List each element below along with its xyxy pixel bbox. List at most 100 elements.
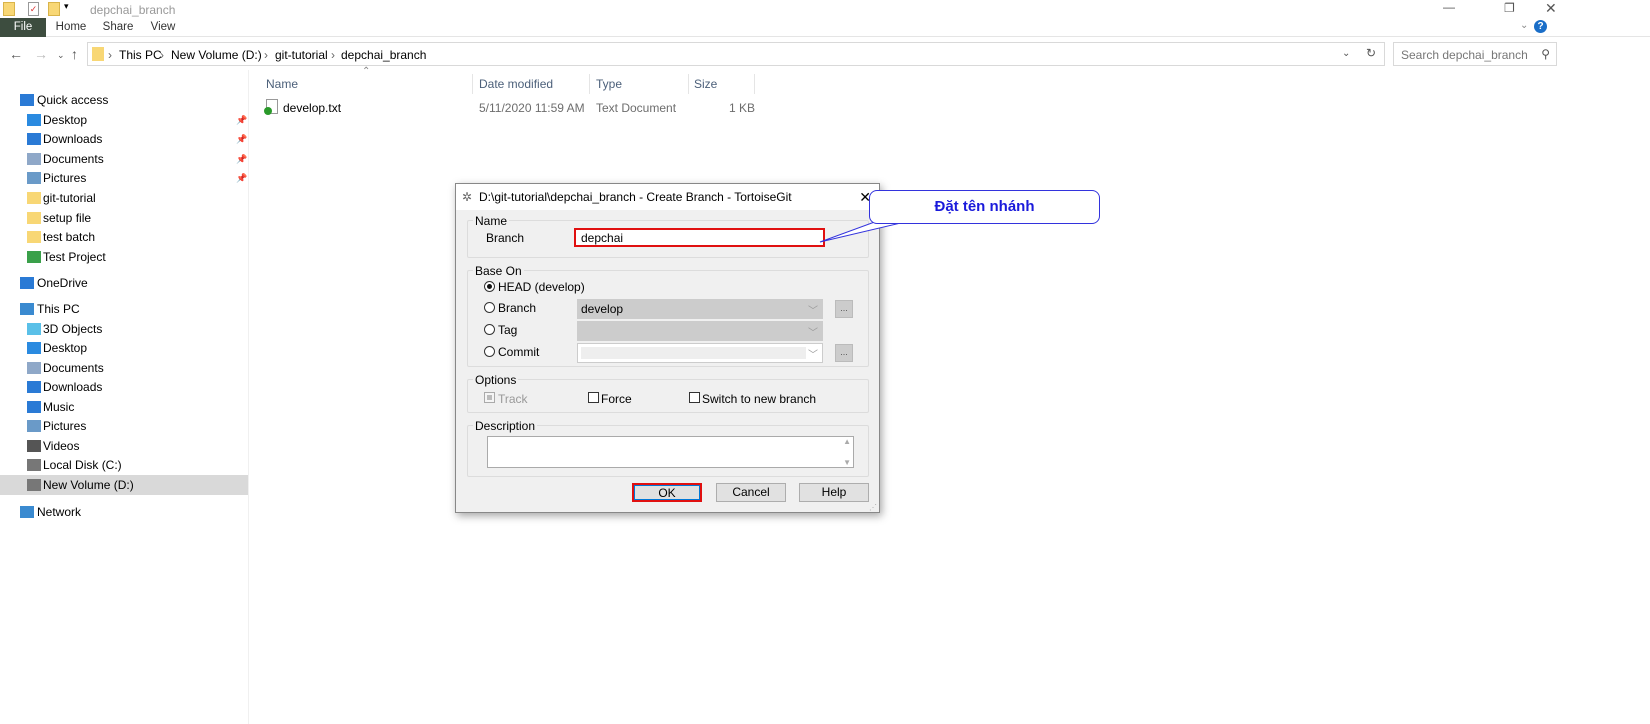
sidebar-item-label: This PC — [37, 302, 80, 316]
sidebar-item[interactable]: 3D Objects — [0, 319, 248, 339]
callout-text: Đặt tên nhánh — [934, 198, 1035, 215]
sidebar-item[interactable]: Desktop — [0, 338, 248, 358]
tag-combo[interactable]: ﹀ — [577, 321, 823, 341]
pin-icon[interactable]: 📌 — [236, 129, 247, 149]
sidebar-item[interactable]: OneDrive — [0, 273, 248, 293]
help-icon[interactable]: ? — [1534, 20, 1547, 33]
sidebar-item[interactable]: git-tutorial — [0, 188, 248, 208]
breadcrumb-this-pc[interactable]: This PC — [119, 48, 162, 62]
branch-radio[interactable] — [484, 302, 495, 313]
refresh-icon[interactable]: ↻ — [1366, 46, 1376, 60]
sidebar-item-label: New Volume (D:) — [43, 478, 134, 492]
tag-radio[interactable] — [484, 324, 495, 335]
switch-branch-checkbox[interactable] — [689, 392, 700, 403]
column-name[interactable]: Name — [266, 77, 298, 91]
address-bar[interactable]: › This PC › New Volume (D:) › git-tutori… — [87, 42, 1385, 66]
sidebar-item[interactable]: Pictures 📌 — [0, 168, 248, 188]
tab-view[interactable]: View — [146, 18, 180, 37]
branch-browse-button[interactable]: ... — [835, 300, 853, 318]
breadcrumb-git-tutorial[interactable]: git-tutorial — [275, 48, 328, 62]
cancel-button[interactable]: Cancel — [716, 483, 786, 502]
sidebar-item[interactable]: Documents 📌 — [0, 149, 248, 169]
back-button[interactable]: ← — [9, 46, 23, 62]
column-size[interactable]: Size — [694, 77, 717, 91]
properties-icon[interactable]: ✓ — [28, 2, 39, 16]
tab-share[interactable]: Share — [100, 18, 136, 37]
pictures-icon — [27, 172, 41, 184]
customize-toolbar-icon[interactable]: ▾ — [64, 1, 69, 12]
track-checkbox[interactable] — [484, 392, 495, 403]
close-button[interactable]: ✕ — [1545, 0, 1557, 17]
commit-combo[interactable]: ﹀ — [577, 343, 823, 363]
description-label: Description — [473, 419, 538, 433]
sidebar-item[interactable]: Documents — [0, 358, 248, 378]
sidebar-item[interactable]: Pictures — [0, 416, 248, 436]
sidebar-item[interactable]: Test Project — [0, 247, 248, 267]
branch-name-value: depchai — [581, 231, 624, 245]
sidebar-item[interactable]: Videos — [0, 436, 248, 456]
column-type[interactable]: Type — [596, 77, 622, 91]
scroll-down-icon[interactable]: ▼ — [843, 458, 851, 467]
file-date: 5/11/2020 11:59 AM — [479, 101, 585, 115]
pin-icon[interactable]: 📌 — [236, 149, 247, 169]
sidebar-item-label: 3D Objects — [43, 322, 103, 336]
chevron-down-icon: ﹀ — [808, 306, 818, 317]
minimize-button[interactable]: — — [1443, 0, 1455, 14]
sidebar-item-label: Quick access — [37, 93, 109, 107]
sidebar-item-label: setup file — [43, 211, 92, 225]
head-radio[interactable] — [484, 281, 495, 292]
sidebar-item[interactable]: Network — [0, 502, 248, 522]
help-button[interactable]: Help — [799, 483, 869, 502]
maximize-button[interactable]: ❐ — [1504, 1, 1515, 15]
sidebar-item[interactable]: Desktop 📌 — [0, 110, 248, 130]
sidebar-item[interactable]: setup file — [0, 208, 248, 228]
sidebar-item[interactable]: Music — [0, 397, 248, 417]
base-on-label: Base On — [473, 264, 524, 278]
search-placeholder: Search depchai_branch — [1401, 48, 1528, 62]
resize-grip-icon[interactable]: ⋰ — [869, 503, 877, 512]
commit-radio[interactable] — [484, 346, 495, 357]
sidebar-item[interactable]: Local Disk (C:) — [0, 455, 248, 475]
pictures-icon — [27, 420, 41, 432]
search-input[interactable]: Search depchai_branch ⚲ — [1393, 42, 1557, 66]
up-button[interactable]: ↑ — [71, 46, 78, 62]
sidebar-item[interactable]: This PC — [0, 299, 248, 319]
address-dropdown-icon[interactable]: ⌄ — [1342, 48, 1350, 59]
recent-locations-button[interactable]: ⌄ — [57, 50, 65, 61]
sidebar-item-label: test batch — [43, 230, 96, 244]
scroll-up-icon[interactable]: ▲ — [843, 437, 851, 446]
commit-browse-button[interactable]: ... — [835, 344, 853, 362]
sidebar-item-label: Pictures — [43, 171, 87, 185]
pane-divider[interactable] — [248, 70, 249, 724]
branch-name-label: Branch — [486, 231, 525, 245]
tortoisegit-icon: ✲ — [462, 190, 473, 204]
breadcrumb-depchai-branch[interactable]: depchai_branch — [341, 48, 426, 62]
pin-icon[interactable]: 📌 — [236, 110, 247, 130]
tab-home[interactable]: Home — [52, 18, 90, 37]
folder-icon — [92, 47, 104, 61]
ok-button[interactable]: OK — [632, 483, 702, 502]
sidebar-item[interactable]: Quick access — [0, 90, 248, 110]
git-folder-icon — [27, 251, 41, 263]
column-date-modified[interactable]: Date modified — [479, 77, 553, 91]
breadcrumb-new-volume[interactable]: New Volume (D:) — [171, 48, 262, 62]
expand-ribbon-icon[interactable]: ⌄ — [1520, 20, 1528, 31]
sidebar-item[interactable]: New Volume (D:) — [0, 475, 248, 495]
sidebar-item[interactable]: Downloads 📌 — [0, 129, 248, 149]
description-textarea[interactable]: ▲ ▼ — [487, 436, 854, 468]
sidebar-item[interactable]: Downloads — [0, 377, 248, 397]
forward-button[interactable]: → — [34, 46, 48, 62]
tag-radio-label: Tag — [498, 323, 518, 337]
new-folder-icon[interactable] — [48, 2, 60, 16]
folder-icon — [3, 2, 15, 16]
branch-combo[interactable]: develop ﹀ — [577, 299, 823, 319]
dialog-title: D:\git-tutorial\depchai_branch - Create … — [479, 190, 792, 204]
search-icon: ⚲ — [1541, 47, 1550, 61]
switch-branch-label: Switch to new branch — [702, 392, 817, 406]
force-checkbox[interactable] — [588, 392, 599, 403]
sidebar-item[interactable]: test batch — [0, 227, 248, 247]
pin-icon[interactable]: 📌 — [236, 168, 247, 188]
cloud-icon — [20, 277, 34, 289]
base-on-group: Base On HEAD (develop) Branch develop ﹀ .… — [467, 264, 869, 367]
tab-file[interactable]: File — [0, 18, 46, 37]
